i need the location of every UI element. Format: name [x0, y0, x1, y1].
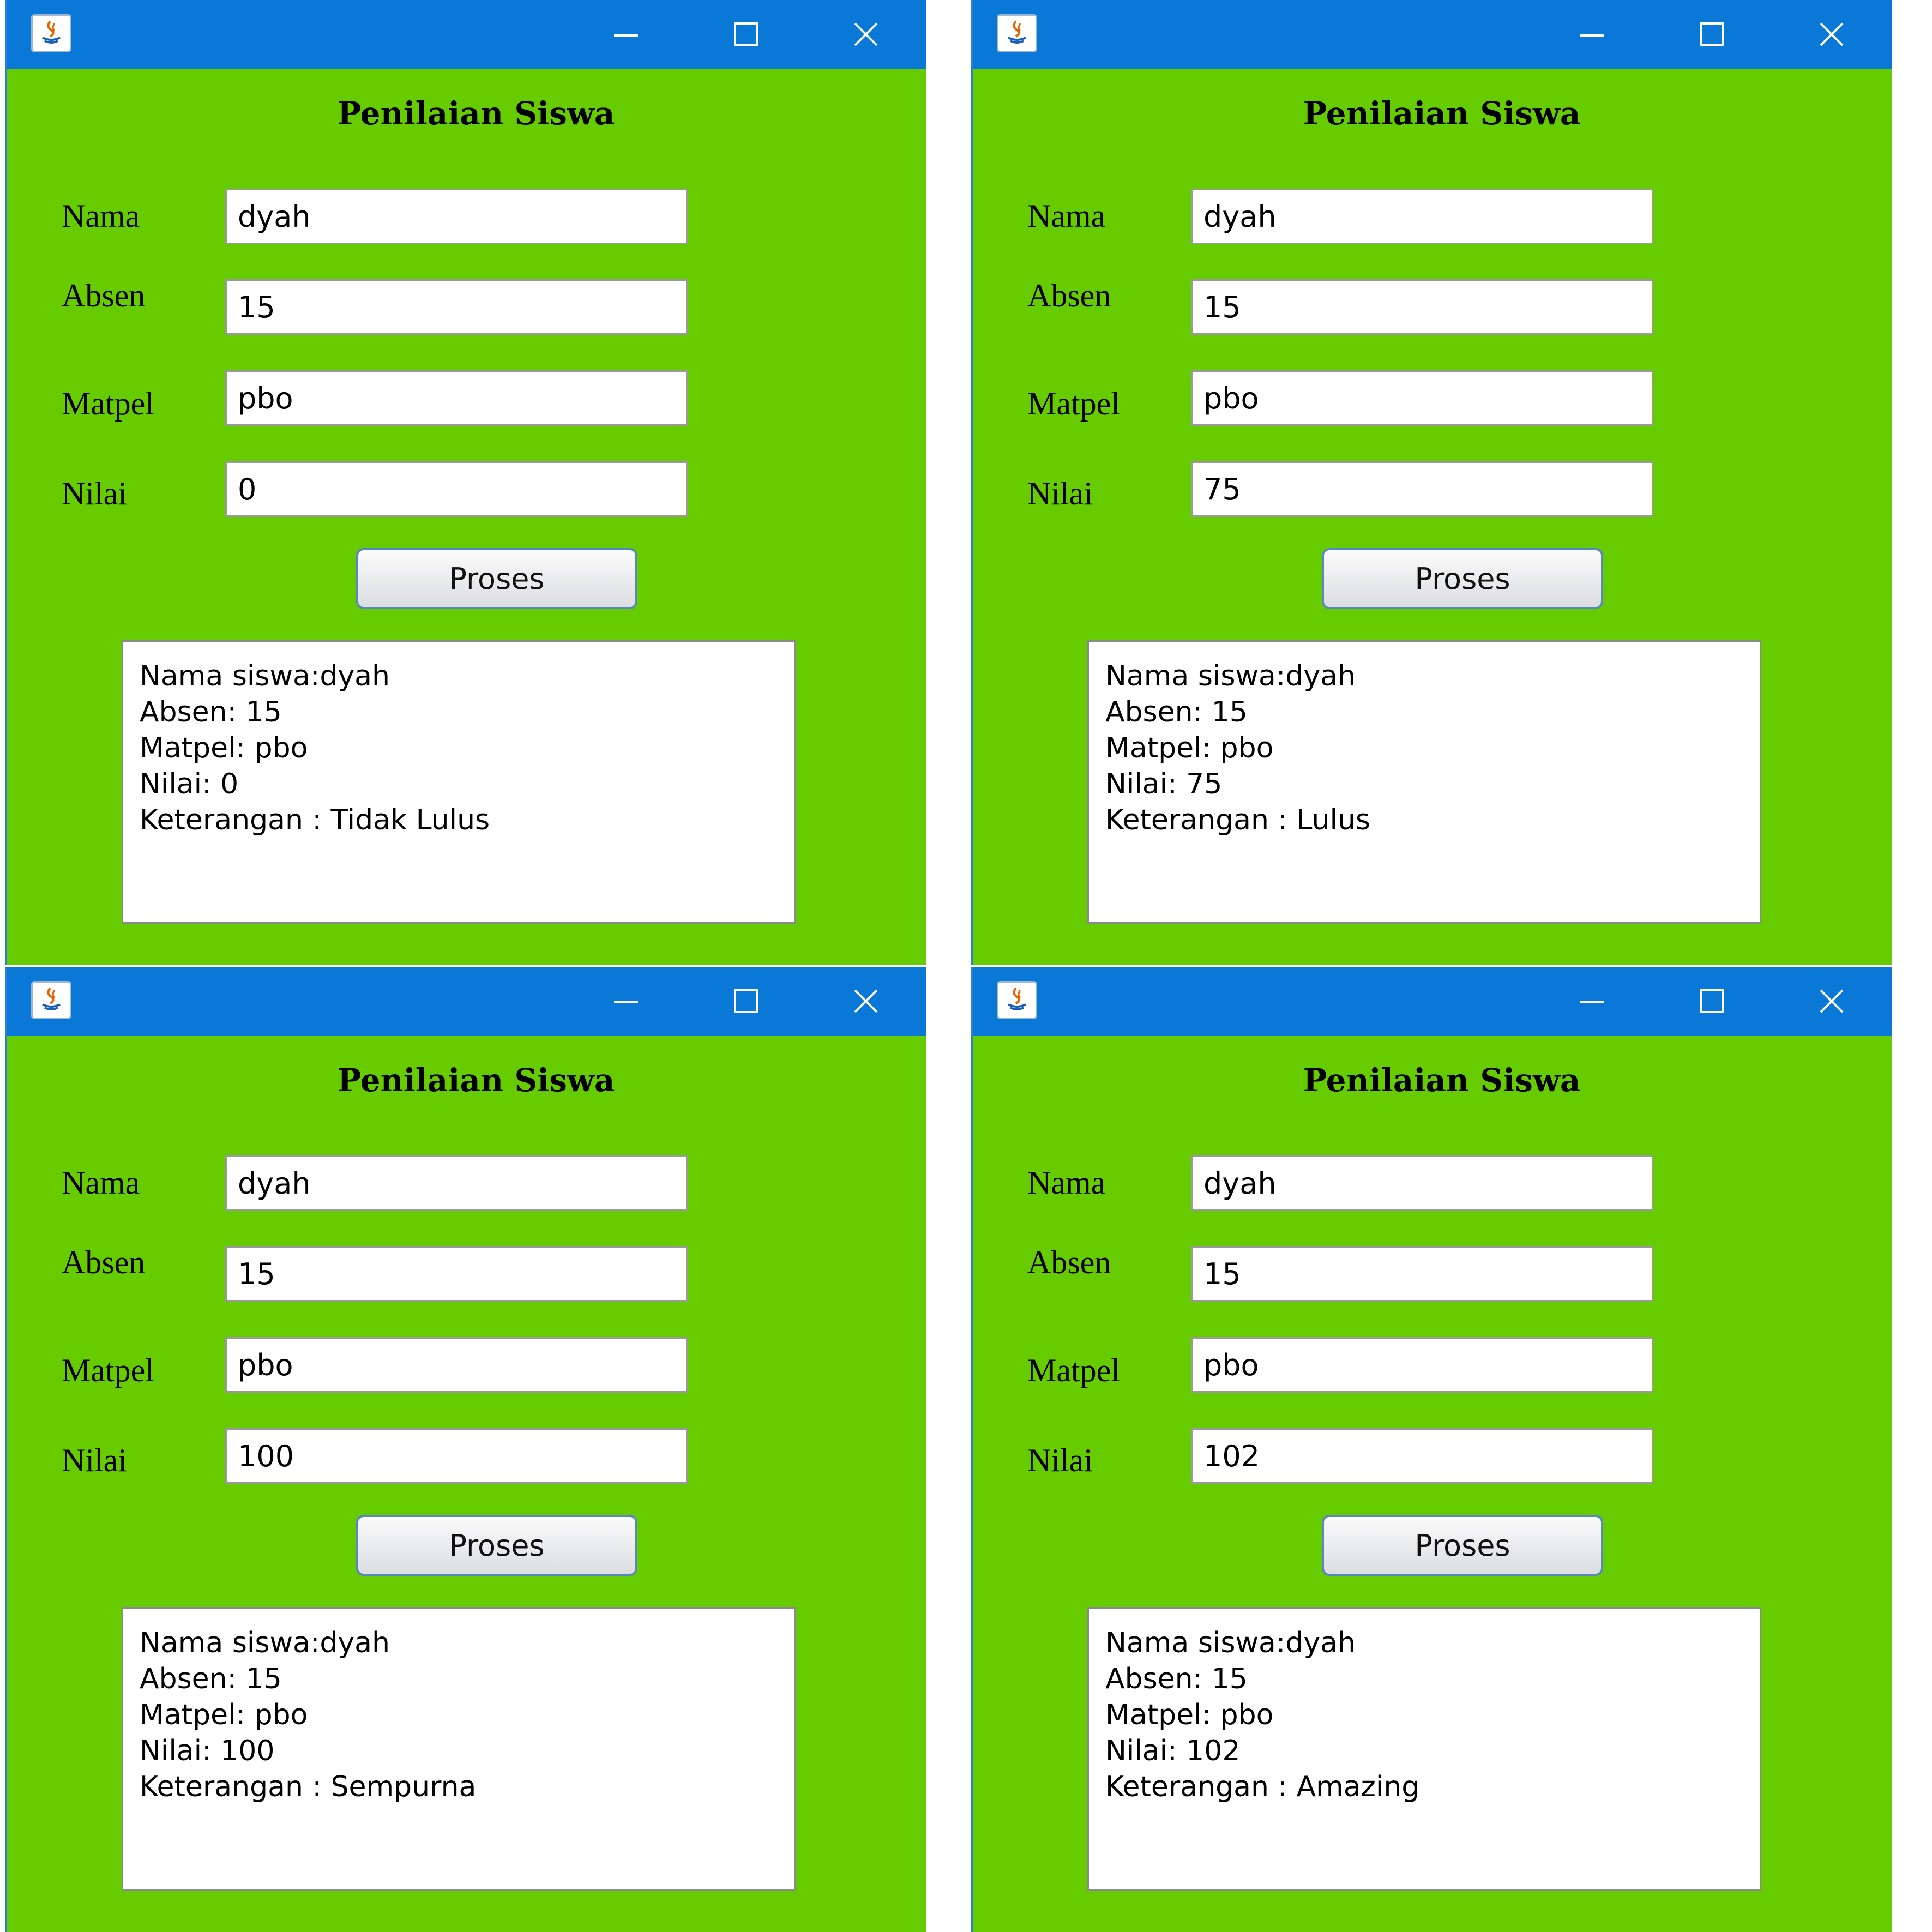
- output-line: Absen: 15: [140, 1663, 282, 1695]
- nama-label: Nama: [62, 198, 140, 234]
- java-app-icon[interactable]: [997, 14, 1037, 52]
- absen-input[interactable]: 15: [1191, 279, 1653, 335]
- maximize-icon[interactable]: [716, 978, 776, 1025]
- proses-button[interactable]: Proses: [1322, 548, 1603, 609]
- app-window-2: Penilaian Siswa Nama Absen Matpel Nilai …: [971, 0, 1892, 965]
- output-line: Keterangan : Amazing: [1105, 1771, 1420, 1803]
- matpel-input[interactable]: pbo: [225, 1337, 688, 1393]
- matpel-label: Matpel: [62, 386, 154, 422]
- output-line: Nilai: 75: [1105, 768, 1223, 801]
- minimize-icon[interactable]: [1562, 978, 1622, 1025]
- output-line: Absen: 15: [1105, 696, 1248, 729]
- app-window-4: Penilaian Siswa Nama Absen Matpel Nilai …: [971, 967, 1892, 1932]
- output-line: Matpel: pbo: [140, 1699, 308, 1731]
- output-line: Keterangan : Lulus: [1105, 804, 1371, 836]
- title-bar[interactable]: [973, 967, 1892, 1036]
- nilai-input[interactable]: 75: [1191, 461, 1653, 517]
- absen-label: Absen: [62, 1244, 146, 1280]
- absen-label: Absen: [1027, 278, 1111, 314]
- java-app-icon[interactable]: [997, 981, 1037, 1019]
- title-bar[interactable]: [7, 0, 926, 69]
- matpel-input[interactable]: pbo: [1191, 370, 1653, 426]
- output-textarea[interactable]: Nama siswa:dyah Absen: 15 Matpel: pbo Ni…: [1087, 1607, 1761, 1891]
- output-line: Nama siswa:dyah: [1105, 660, 1356, 693]
- output-line: Matpel: pbo: [1105, 732, 1274, 765]
- minimize-icon[interactable]: [596, 978, 656, 1025]
- minimize-icon[interactable]: [1562, 11, 1622, 58]
- output-line: Nama siswa:dyah: [140, 660, 390, 693]
- matpel-input[interactable]: pbo: [225, 370, 688, 426]
- proses-button[interactable]: Proses: [356, 1515, 637, 1576]
- title-bar[interactable]: [973, 0, 1892, 69]
- form-heading: Penilaian Siswa: [337, 1062, 615, 1099]
- nilai-input[interactable]: 0: [225, 461, 688, 517]
- nama-input[interactable]: dyah: [1191, 189, 1653, 244]
- java-app-icon[interactable]: [31, 981, 71, 1019]
- absen-input[interactable]: 15: [225, 1246, 688, 1302]
- absen-label: Absen: [1027, 1244, 1111, 1280]
- output-line: Matpel: pbo: [1105, 1699, 1274, 1731]
- nama-input[interactable]: dyah: [225, 1155, 688, 1211]
- minimize-icon[interactable]: [596, 11, 656, 58]
- output-line: Nilai: 0: [140, 768, 239, 801]
- nilai-label: Nilai: [62, 1442, 127, 1478]
- output-line: Absen: 15: [1105, 1663, 1248, 1695]
- output-textarea[interactable]: Nama siswa:dyah Absen: 15 Matpel: pbo Ni…: [122, 1607, 796, 1891]
- nilai-label: Nilai: [1027, 476, 1093, 511]
- nama-label: Nama: [62, 1165, 140, 1201]
- matpel-label: Matpel: [1027, 386, 1120, 422]
- maximize-icon[interactable]: [1682, 978, 1742, 1025]
- maximize-icon[interactable]: [716, 11, 776, 58]
- nama-input[interactable]: dyah: [1191, 1155, 1653, 1211]
- absen-input[interactable]: 15: [225, 279, 688, 335]
- output-line: Nama siswa:dyah: [140, 1627, 390, 1659]
- output-line: Nama siswa:dyah: [1105, 1627, 1356, 1659]
- nilai-input[interactable]: 102: [1191, 1428, 1653, 1484]
- title-bar[interactable]: [7, 967, 926, 1036]
- output-line: Matpel: pbo: [140, 732, 308, 765]
- output-line: Keterangan : Tidak Lulus: [140, 804, 490, 836]
- nama-label: Nama: [1027, 1165, 1106, 1201]
- close-icon[interactable]: [1802, 11, 1862, 58]
- absen-input[interactable]: 15: [1191, 1246, 1653, 1302]
- form-heading: Penilaian Siswa: [1303, 95, 1581, 132]
- output-textarea[interactable]: Nama siswa:dyah Absen: 15 Matpel: pbo Ni…: [122, 640, 796, 924]
- form-heading: Penilaian Siswa: [337, 95, 615, 132]
- form-heading: Penilaian Siswa: [1303, 1062, 1581, 1099]
- output-line: Absen: 15: [140, 696, 282, 729]
- output-line: Keterangan : Sempurna: [140, 1771, 477, 1803]
- output-line: Nilai: 100: [140, 1735, 275, 1767]
- output-textarea[interactable]: Nama siswa:dyah Absen: 15 Matpel: pbo Ni…: [1087, 640, 1761, 924]
- nilai-input[interactable]: 100: [225, 1428, 688, 1484]
- matpel-label: Matpel: [62, 1352, 154, 1388]
- close-icon[interactable]: [836, 978, 896, 1025]
- matpel-input[interactable]: pbo: [1191, 1337, 1653, 1393]
- nama-label: Nama: [1027, 198, 1106, 234]
- close-icon[interactable]: [836, 11, 896, 58]
- close-icon[interactable]: [1802, 978, 1862, 1025]
- nilai-label: Nilai: [62, 476, 127, 511]
- app-window-3: Penilaian Siswa Nama Absen Matpel Nilai …: [5, 967, 926, 1932]
- proses-button[interactable]: Proses: [356, 548, 637, 609]
- java-app-icon[interactable]: [31, 14, 71, 52]
- absen-label: Absen: [62, 278, 146, 314]
- matpel-label: Matpel: [1027, 1352, 1120, 1388]
- proses-button[interactable]: Proses: [1322, 1515, 1603, 1576]
- output-line: Nilai: 102: [1105, 1735, 1241, 1767]
- nilai-label: Nilai: [1027, 1442, 1093, 1478]
- nama-input[interactable]: dyah: [225, 189, 688, 244]
- app-window-1: Penilaian Siswa Nama Absen Matpel Nilai …: [5, 0, 926, 965]
- maximize-icon[interactable]: [1682, 11, 1742, 58]
